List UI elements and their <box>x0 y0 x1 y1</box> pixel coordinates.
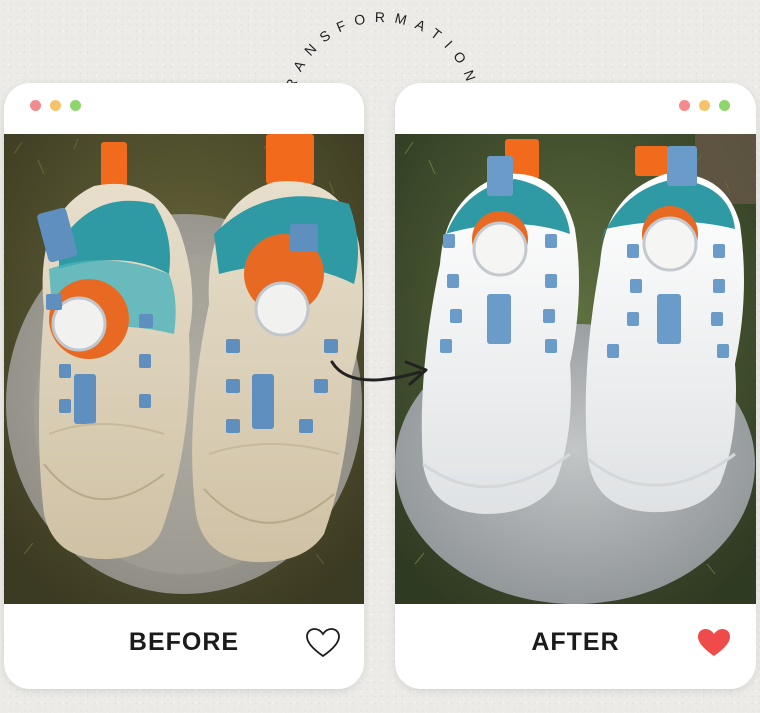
window-dot-yellow <box>50 100 61 111</box>
window-dot-red <box>30 100 41 111</box>
window-dot-green <box>70 100 81 111</box>
heart-filled-icon[interactable] <box>697 628 731 658</box>
before-photo <box>4 134 364 604</box>
heart-outline-icon[interactable] <box>306 628 340 658</box>
window-dots <box>679 100 730 111</box>
window-dot-green <box>719 100 730 111</box>
window-dots <box>30 100 81 111</box>
before-card: BEFORE <box>4 83 364 689</box>
after-photo <box>395 134 756 604</box>
window-dot-red <box>679 100 690 111</box>
after-card: AFTER <box>395 83 756 689</box>
window-dot-yellow <box>699 100 710 111</box>
